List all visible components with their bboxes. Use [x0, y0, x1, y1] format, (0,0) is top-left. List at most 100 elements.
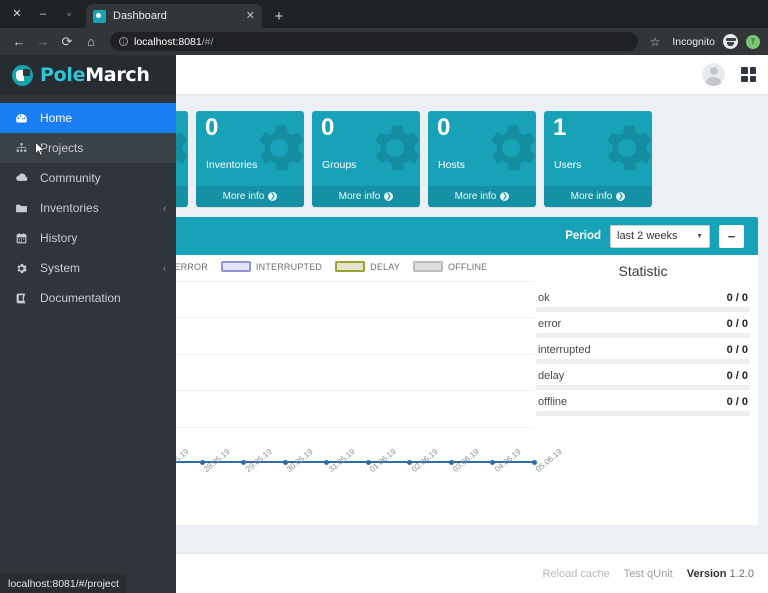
- user-avatar[interactable]: [702, 63, 725, 86]
- statistic-row-error: error 0 / 0: [536, 318, 750, 338]
- legend-item-delay[interactable]: DELAY: [335, 261, 400, 272]
- statistic-row-label: delay: [538, 370, 565, 382]
- bookmark-star-icon[interactable]: ☆: [646, 35, 665, 49]
- sidebar-item-inventories[interactable]: Inventories ‹: [0, 193, 176, 223]
- statistic-row-value: 0 / 0: [726, 396, 748, 408]
- book-icon: [14, 292, 29, 305]
- stat-card-value: 0: [321, 114, 335, 141]
- chevron-right-icon: ❯: [268, 192, 278, 201]
- address-bar-url: localhost:8081/#/: [134, 36, 213, 48]
- chart-series-line: [176, 461, 534, 463]
- stat-card-more-link[interactable]: More info ❯: [176, 186, 188, 207]
- sidebar-item-community[interactable]: Community: [0, 163, 176, 193]
- incognito-icon[interactable]: [723, 34, 738, 49]
- legend-swatch: [220, 261, 251, 272]
- stat-card-value: 0: [437, 114, 451, 141]
- stat-card-groups[interactable]: 0 Groups More info ❯: [312, 111, 420, 207]
- statistic-row-offline: offline 0 / 0: [536, 396, 750, 416]
- collapse-panel-button[interactable]: −: [719, 224, 744, 248]
- period-select[interactable]: last 2 weeks ▼: [610, 224, 710, 248]
- app-footer: Reload cache Test qUnit Version 1.2.0: [176, 553, 768, 593]
- app-header: [176, 55, 768, 95]
- back-icon[interactable]: ←: [8, 31, 30, 53]
- reload-cache-link[interactable]: Reload cache: [543, 568, 610, 580]
- chart-legend: OK ERROR INTERRUPTED DELAY: [176, 261, 487, 272]
- chart-panel: OK ERROR INTERRUPTED DELAY: [176, 255, 758, 525]
- dashboard-icon: [14, 112, 29, 125]
- window-controls: ✕ – ▫: [0, 0, 86, 28]
- home-icon[interactable]: ⌂: [80, 31, 102, 53]
- sidebar-item-label: History: [40, 231, 78, 245]
- url-path: /#/: [201, 35, 214, 48]
- forward-icon[interactable]: →: [32, 31, 54, 53]
- calendar-icon: [14, 232, 29, 245]
- sidebar-item-documentation[interactable]: Documentation: [0, 283, 176, 313]
- period-selected-value: last 2 weeks: [617, 230, 678, 242]
- sidebar-item-home[interactable]: Home: [0, 103, 176, 133]
- statistic-row-head: ok 0 / 0: [536, 292, 750, 307]
- version-info: Version 1.2.0: [687, 568, 754, 580]
- gear-icon: [176, 117, 188, 179]
- sidebar-item-system[interactable]: System ‹: [0, 253, 176, 283]
- sitemap-icon: [14, 142, 29, 155]
- window-minimize-button[interactable]: –: [30, 0, 56, 28]
- stat-card-inventories[interactable]: 0 Inventories More info ❯: [196, 111, 304, 207]
- chart-gridlines: [176, 281, 534, 463]
- address-bar[interactable]: i localhost:8081/#/: [110, 32, 638, 51]
- mouse-cursor: [35, 141, 46, 157]
- statistic-row-value: 0 / 0: [726, 370, 748, 382]
- polemarch-favicon-icon: [93, 9, 106, 23]
- tab-close-icon[interactable]: ✕: [246, 10, 255, 22]
- statistic-row-interrupted: interrupted 0 / 0: [536, 344, 750, 364]
- statistic-progress-bar: [536, 359, 750, 364]
- app-logo[interactable]: PoleMarch: [0, 55, 176, 95]
- chart-x-axis-labels: 25.05.1926.05.1927.05.1928.05.1929.05.19…: [176, 447, 564, 519]
- statistic-row-label: interrupted: [538, 344, 591, 356]
- browser-tab-dashboard[interactable]: Dashboard ✕: [86, 4, 262, 28]
- sidebar-item-label: Home: [40, 111, 73, 125]
- gear-icon: [248, 117, 304, 179]
- new-tab-button[interactable]: +: [266, 4, 292, 28]
- chevron-right-icon: ❯: [616, 192, 626, 201]
- chart-plot-area: [176, 281, 537, 465]
- sidebar-item-label: Inventories: [40, 201, 99, 215]
- statistic-row-label: offline: [538, 396, 568, 408]
- browser-status-bubble: localhost:8081/#/project: [0, 574, 127, 593]
- legend-item-offline[interactable]: OFFLINE: [412, 261, 487, 272]
- grid-cell: [741, 75, 748, 82]
- gear-icon: [14, 262, 29, 275]
- test-qunit-link[interactable]: Test qUnit: [624, 568, 673, 580]
- sidebar-item-label: System: [40, 261, 81, 275]
- gear-icon: [480, 117, 536, 179]
- sidebar-item-projects[interactable]: Projects: [0, 133, 176, 163]
- stat-card-more-link[interactable]: More info ❯: [312, 186, 420, 207]
- apps-grid-icon[interactable]: [741, 67, 756, 82]
- more-info-label: More info: [222, 191, 265, 202]
- grid-cell: [749, 67, 756, 74]
- url-host: localhost:8081: [134, 35, 202, 48]
- chart-x-tick-label: 05.06.19: [534, 446, 564, 474]
- sidebar-nav: Home Projects Community Inventories ‹ Hi…: [0, 95, 176, 313]
- tab-title: Dashboard: [113, 10, 167, 22]
- chevron-right-icon: ❯: [384, 192, 394, 201]
- window-maximize-button[interactable]: ▫: [56, 0, 82, 28]
- stat-card-projects[interactable]: 0 Projects More info ❯: [176, 111, 188, 207]
- profile-avatar-icon[interactable]: [746, 34, 760, 49]
- stat-card-value: 0: [205, 114, 219, 141]
- legend-item-error[interactable]: ERROR: [176, 261, 208, 272]
- statistic-row-value: 0 / 0: [726, 318, 748, 330]
- statistic-row-ok: ok 0 / 0: [536, 292, 750, 312]
- logo-text-part2: March: [85, 64, 150, 86]
- stat-card-more-link[interactable]: More info ❯: [196, 186, 304, 207]
- sidebar-item-history[interactable]: History: [0, 223, 176, 253]
- stat-card-more-link[interactable]: More info ❯: [544, 186, 652, 207]
- site-info-icon[interactable]: i: [119, 37, 128, 46]
- stat-card-hosts[interactable]: 0 Hosts More info ❯: [428, 111, 536, 207]
- legend-item-interrupted[interactable]: INTERRUPTED: [220, 261, 322, 272]
- stat-card-label: Groups: [322, 159, 357, 171]
- stat-card-more-link[interactable]: More info ❯: [428, 186, 536, 207]
- stat-card-users[interactable]: 1 Users More info ❯: [544, 111, 652, 207]
- window-close-button[interactable]: ✕: [4, 0, 30, 28]
- reload-icon[interactable]: ⟳: [56, 31, 78, 53]
- stat-card-row: 0 Projects More info ❯ 0 Inventories Mor…: [176, 111, 768, 207]
